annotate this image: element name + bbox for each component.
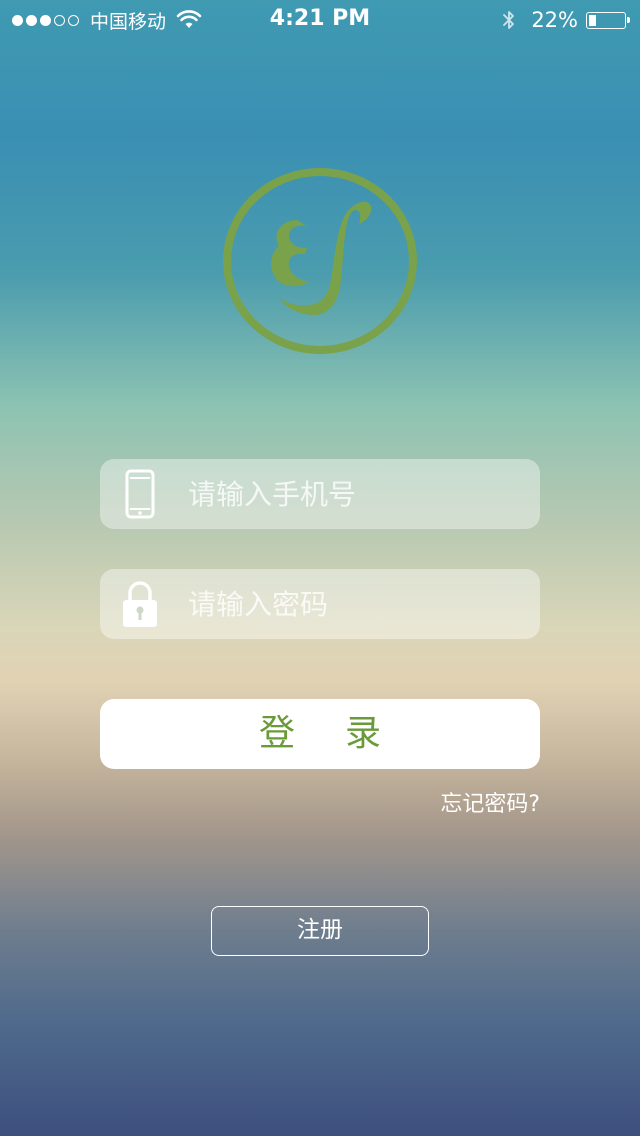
login-button[interactable]: 登录	[100, 699, 540, 769]
status-bar: 中国移动 4:21 PM 22%	[0, 0, 640, 40]
register-button[interactable]: 注册	[211, 906, 429, 956]
password-field[interactable]	[100, 569, 540, 639]
phone-icon	[125, 469, 155, 519]
battery-icon	[586, 11, 630, 29]
forgot-password-link[interactable]: 忘记密码?	[440, 786, 540, 818]
bluetooth-icon	[503, 11, 515, 29]
lock-icon	[123, 581, 157, 627]
battery-fill	[589, 14, 597, 26]
brand-logo-icon	[223, 168, 417, 354]
phone-input[interactable]	[188, 459, 518, 529]
phone-field[interactable]	[100, 459, 540, 529]
password-input[interactable]	[188, 569, 518, 639]
battery-percent: 22%	[531, 8, 578, 32]
status-right: 22%	[501, 7, 630, 33]
